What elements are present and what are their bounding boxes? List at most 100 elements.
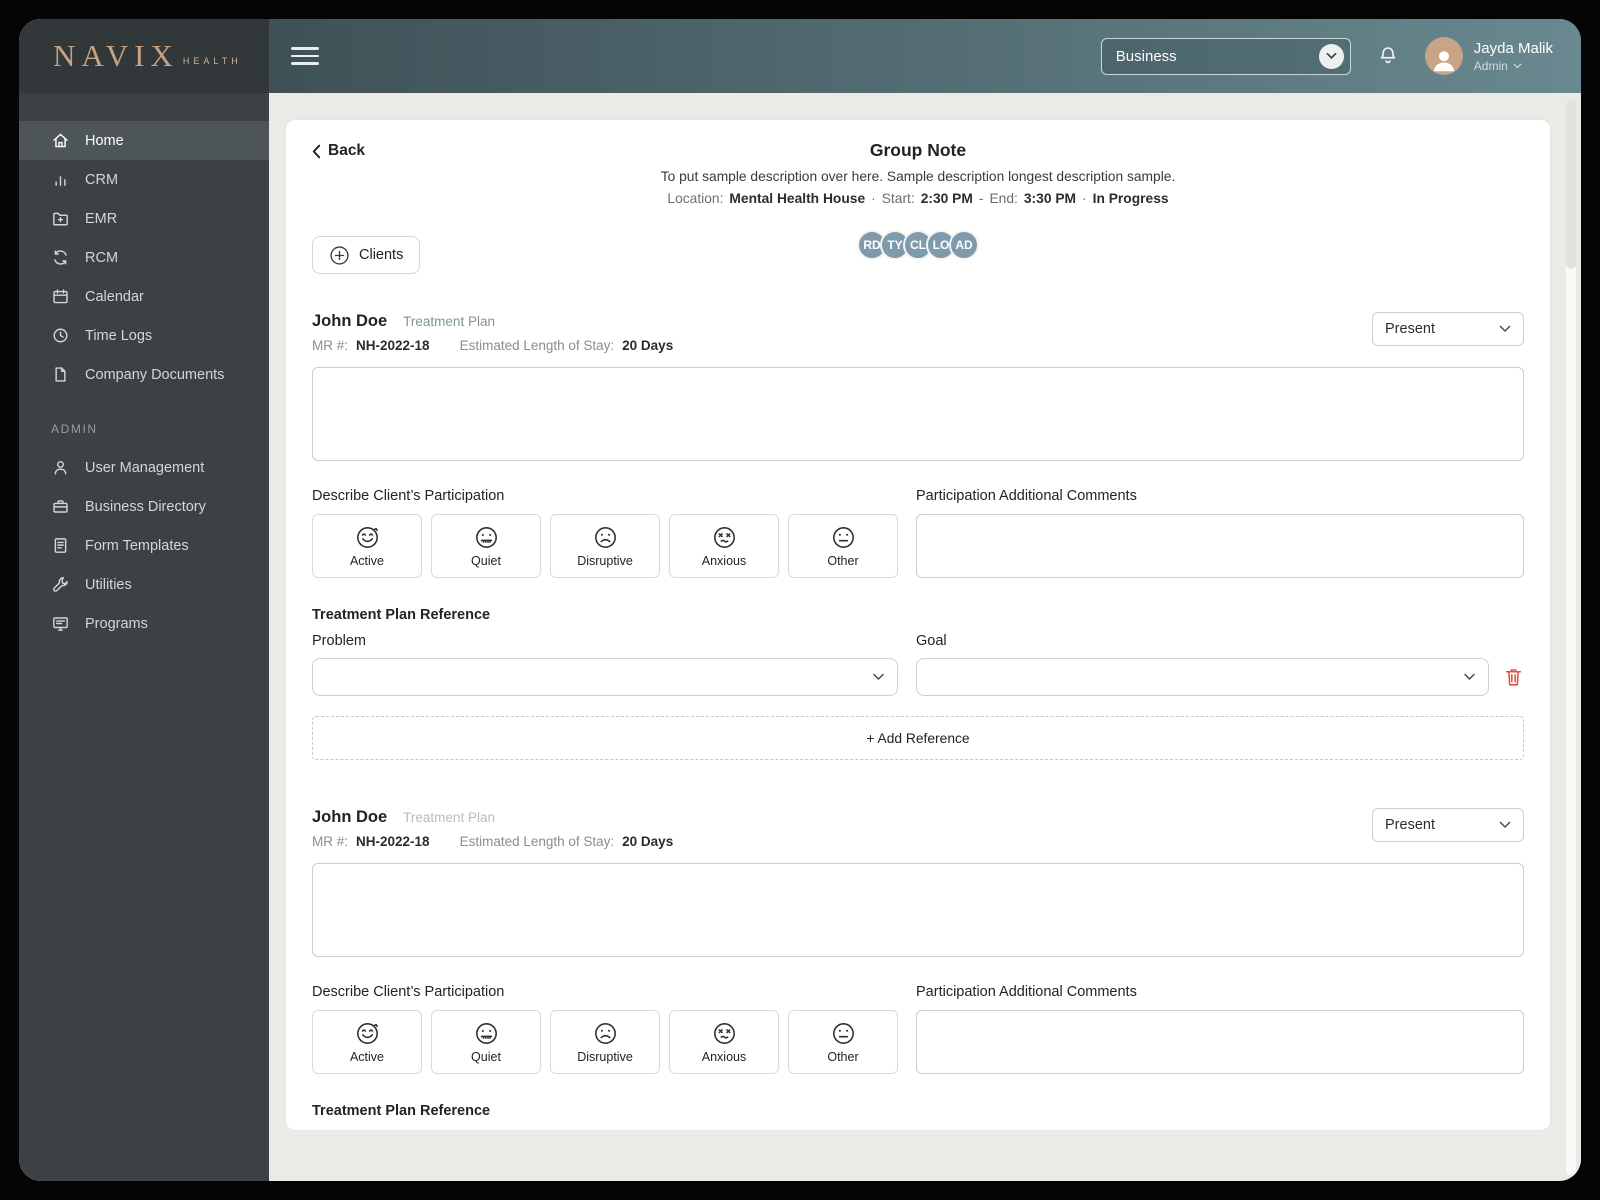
mr-label: MR #: [312, 834, 349, 849]
start-value: 2:30 PM [920, 191, 973, 206]
chevron-down-icon [1499, 325, 1511, 333]
mood-quiet-button[interactable]: Quiet [431, 514, 541, 578]
goal-label: Goal [916, 633, 947, 649]
stay-label: Estimated Length of Stay: [459, 338, 615, 353]
sidebar-item-business-directory[interactable]: Business Directory [19, 487, 269, 526]
workspace-select[interactable]: Business [1100, 37, 1351, 75]
add-reference-button[interactable]: + Add Reference [312, 716, 1524, 760]
chevron-left-icon [312, 144, 321, 158]
mood-disruptive-button[interactable]: Disruptive [550, 1010, 660, 1074]
chevron-down-icon [873, 673, 884, 681]
avatar [1424, 37, 1463, 75]
brand-name: NAVIX [53, 38, 179, 73]
workspace-value: Business [1115, 47, 1177, 65]
reference-title: Treatment Plan Reference [312, 607, 491, 623]
mood-anxious-icon [713, 1023, 735, 1044]
briefcase-icon [51, 497, 70, 516]
client-avatar-chip[interactable]: AD [949, 230, 979, 260]
group-note-card: Back Group Note To put sample descriptio… [285, 119, 1551, 1131]
chevron-down-icon[interactable] [1318, 43, 1344, 69]
group-note-textarea[interactable] [312, 367, 1524, 461]
mood-quiet-icon [475, 1023, 497, 1044]
sidebar-item-time-logs[interactable]: Time Logs [19, 316, 269, 355]
home-icon [51, 131, 70, 150]
admin-section-label: ADMIN [51, 422, 98, 436]
menu-icon[interactable] [291, 47, 319, 65]
participation-comments-textarea[interactable] [916, 1010, 1524, 1074]
sidebar-item-home[interactable]: Home [19, 121, 269, 160]
main-area: Back Group Note To put sample descriptio… [269, 93, 1581, 1181]
problem-select[interactable] [312, 658, 898, 696]
chevron-down-icon [1499, 821, 1511, 829]
user-menu[interactable]: Jayda Malik Admin [1424, 37, 1553, 75]
mood-other-button[interactable]: Other [788, 1010, 898, 1074]
sidebar-item-crm[interactable]: CRM [19, 160, 269, 199]
mood-active-button[interactable]: Active [312, 1010, 422, 1074]
presence-select[interactable]: Present [1372, 808, 1524, 842]
mood-quiet-button[interactable]: Quiet [431, 1010, 541, 1074]
treatment-plan-link[interactable]: Treatment Plan [403, 810, 495, 825]
scrollbar-thumb[interactable] [1566, 99, 1576, 269]
presence-value: Present [1385, 321, 1435, 337]
sidebar-item-company-documents[interactable]: Company Documents [19, 355, 269, 394]
presence-value: Present [1385, 817, 1435, 833]
page-title: Group Note [869, 140, 967, 160]
scrollbar[interactable] [1566, 99, 1576, 1175]
reference-title: Treatment Plan Reference [312, 1103, 491, 1119]
location-label: Location: [667, 191, 724, 206]
bar-chart-icon [51, 170, 70, 189]
sidebar-item-calendar[interactable]: Calendar [19, 277, 269, 316]
trash-icon [1505, 668, 1522, 686]
status-badge: In Progress [1092, 191, 1169, 206]
sidebar-item-emr[interactable]: EMR [19, 199, 269, 238]
device-frame: NAVIX HEALTH Business Jayda Malik Admin … [0, 0, 1600, 1200]
note-meta: Location: Mental Health House · Start: 2… [667, 191, 1169, 206]
form-icon [51, 536, 70, 555]
mood-disruptive-icon [594, 1023, 616, 1044]
mood-other-button[interactable]: Other [788, 514, 898, 578]
mood-active-icon [356, 1023, 378, 1044]
programs-icon [51, 614, 70, 633]
mood-active-icon [356, 527, 378, 548]
plus-circle-icon [330, 245, 349, 265]
problem-label: Problem [312, 1129, 898, 1130]
delete-reference-button[interactable] [1503, 666, 1524, 689]
participation-comments-textarea[interactable] [916, 514, 1524, 578]
mood-options: Active Quiet Disruptive Anxious Other [312, 514, 898, 578]
presence-select[interactable]: Present [1372, 312, 1524, 346]
document-icon [51, 365, 70, 384]
mr-number: NH-2022-18 [356, 338, 430, 353]
sidebar-item-programs[interactable]: Programs [19, 604, 269, 643]
bell-icon[interactable] [1377, 45, 1399, 67]
sidebar-item-rcm[interactable]: RCM [19, 238, 269, 277]
stay-label: Estimated Length of Stay: [459, 834, 615, 849]
add-clients-button[interactable]: Clients [312, 236, 421, 274]
chevron-down-icon [1513, 63, 1522, 68]
sidebar-item-form-templates[interactable]: Form Templates [19, 526, 269, 565]
location-value: Mental Health House [729, 191, 866, 206]
mood-disruptive-button[interactable]: Disruptive [550, 514, 660, 578]
mood-anxious-button[interactable]: Anxious [669, 514, 779, 578]
clock-icon [51, 326, 70, 345]
group-note-textarea[interactable] [312, 863, 1524, 957]
brand-sub: HEALTH [182, 56, 242, 66]
sidebar-item-user-management[interactable]: User Management [19, 448, 269, 487]
participation-label: Describe Client’s Participation [312, 488, 505, 504]
client-avatar-group: RD TY CL LO AD [857, 230, 979, 260]
treatment-plan-link[interactable]: Treatment Plan [403, 314, 495, 329]
comments-label: Participation Additional Comments [916, 984, 1137, 1000]
app-window: NAVIX HEALTH Business Jayda Malik Admin … [19, 19, 1581, 1181]
mood-disruptive-icon [594, 527, 616, 548]
mood-active-button[interactable]: Active [312, 514, 422, 578]
stay-value: 20 Days [622, 834, 674, 849]
sidebar-item-utilities[interactable]: Utilities [19, 565, 269, 604]
back-button[interactable]: Back [312, 142, 365, 160]
end-label: End: [989, 191, 1018, 206]
comments-label: Participation Additional Comments [916, 488, 1137, 504]
client-section: John Doe Treatment Plan MR #: NH-2022-18… [312, 808, 1524, 1130]
goal-select[interactable] [916, 658, 1489, 696]
sidebar: Home CRM EMR RCM Calendar Time Logs Comp… [19, 93, 269, 1181]
topbar: NAVIX HEALTH Business Jayda Malik Admin [19, 19, 1581, 93]
brand-logo: NAVIX HEALTH [19, 19, 269, 93]
mood-anxious-button[interactable]: Anxious [669, 1010, 779, 1074]
